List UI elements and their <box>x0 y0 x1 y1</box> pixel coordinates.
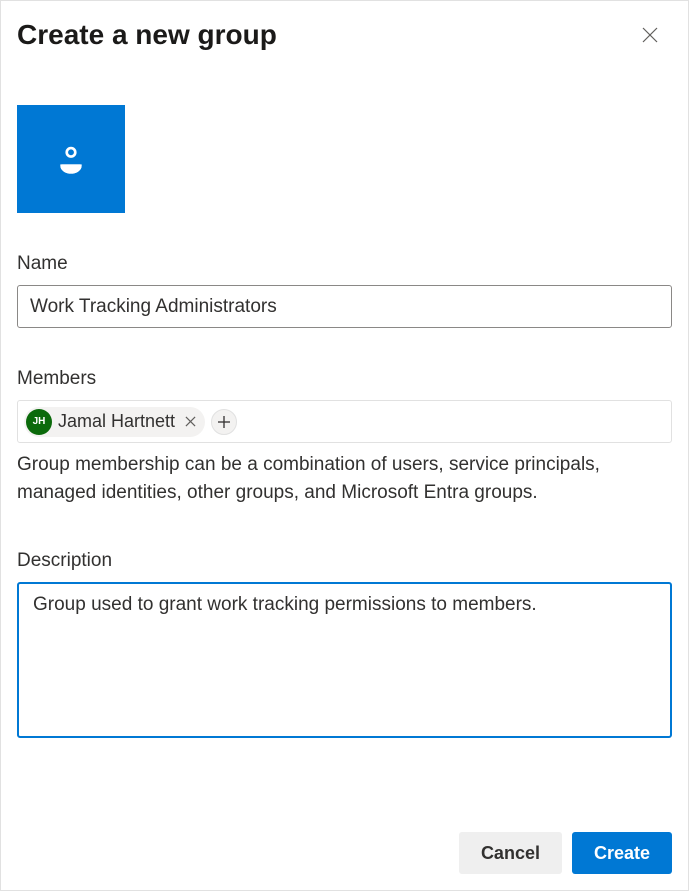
group-avatar-tile[interactable] <box>17 105 125 213</box>
close-icon <box>185 416 196 427</box>
members-input[interactable]: JH Jamal Hartnett <box>17 400 672 443</box>
member-name: Jamal Hartnett <box>58 411 175 432</box>
remove-member-button[interactable] <box>181 413 199 431</box>
person-icon <box>55 143 87 175</box>
members-help-text: Group membership can be a combination of… <box>17 451 672 506</box>
description-label: Description <box>17 550 672 572</box>
dialog-footer: Cancel Create <box>459 832 672 874</box>
close-button[interactable] <box>634 19 666 51</box>
create-button[interactable]: Create <box>572 832 672 874</box>
name-input[interactable] <box>17 285 672 328</box>
description-input[interactable]: Group used to grant work tracking permis… <box>17 582 672 738</box>
name-label: Name <box>17 253 672 275</box>
dialog-title: Create a new group <box>17 19 277 51</box>
dialog-header: Create a new group <box>17 19 672 51</box>
member-chip: JH Jamal Hartnett <box>24 407 205 437</box>
add-member-button[interactable] <box>211 409 237 435</box>
plus-icon <box>218 416 230 428</box>
cancel-button[interactable]: Cancel <box>459 832 562 874</box>
members-label: Members <box>17 368 672 390</box>
member-avatar: JH <box>26 409 52 435</box>
close-icon <box>642 27 658 43</box>
